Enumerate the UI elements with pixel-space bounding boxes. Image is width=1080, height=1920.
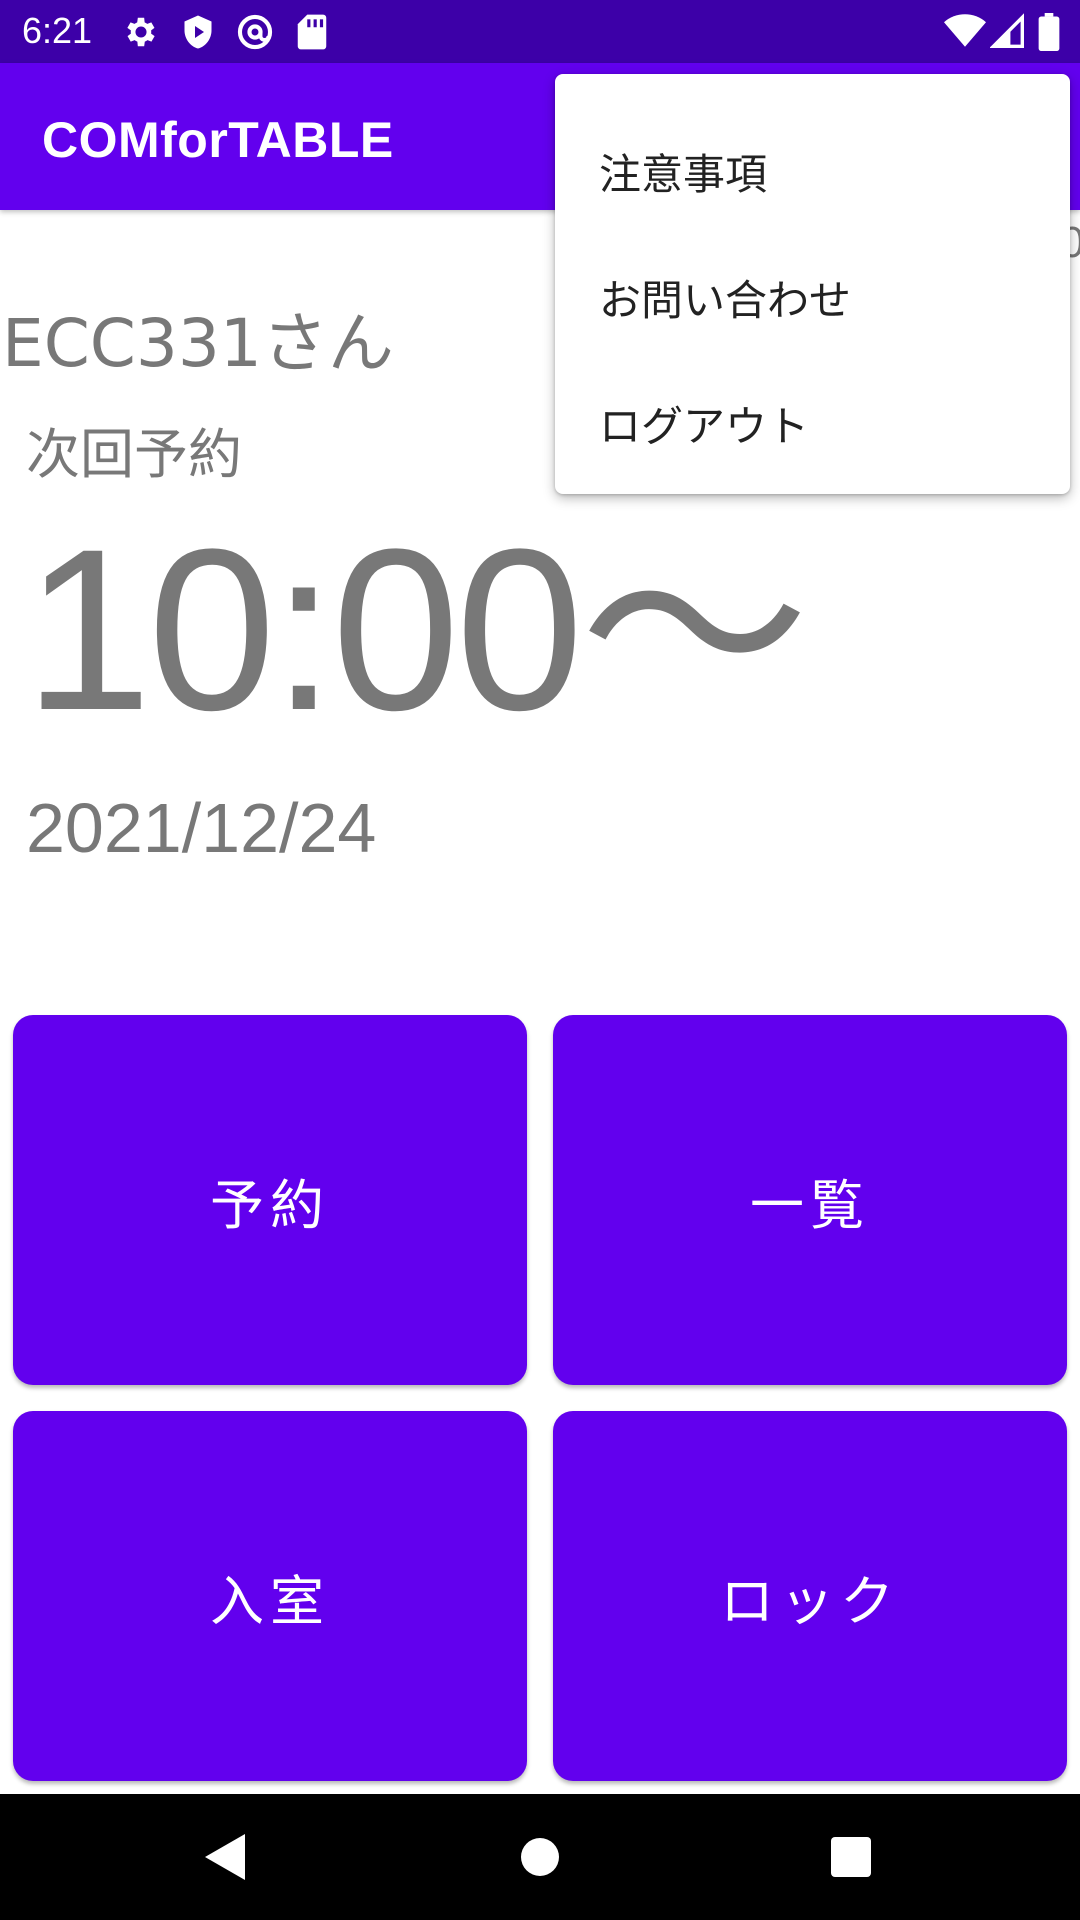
at-sign-icon <box>237 14 273 50</box>
menu-item-notes[interactable]: 注意事項 <box>555 108 1070 234</box>
lock-button[interactable]: ロック <box>553 1411 1067 1781</box>
battery-icon <box>1038 13 1060 51</box>
back-icon[interactable] <box>203 1832 247 1882</box>
sd-card-icon <box>297 14 327 50</box>
menu-item-contact[interactable]: お問い合わせ <box>555 234 1070 360</box>
next-reservation-time: 10:00〜 <box>24 501 810 758</box>
settings-icon <box>127 17 155 47</box>
next-reservation-label: 次回予約 <box>26 423 242 486</box>
play-shield-icon <box>184 15 212 49</box>
recents-icon[interactable] <box>829 1832 873 1882</box>
app-title: COMforTABLE <box>42 112 394 168</box>
list-button[interactable]: 一覧 <box>553 1015 1067 1385</box>
menu-item-logout[interactable]: ログアウト <box>555 360 1070 486</box>
user-name: ECC331さん <box>2 305 394 382</box>
home-icon[interactable] <box>520 1832 560 1882</box>
overflow-menu: 注意事項 お問い合わせ ログアウト <box>555 74 1070 494</box>
navigation-bar <box>0 1794 1080 1920</box>
status-time: 6:21 <box>22 10 93 51</box>
next-reservation-date: 2021/12/24 <box>26 789 377 867</box>
status-bar: 6:21 <box>0 0 1080 63</box>
wifi-icon <box>944 14 986 47</box>
reserve-button[interactable]: 予約 <box>13 1015 527 1385</box>
cell-signal-icon <box>990 13 1024 48</box>
enter-room-button[interactable]: 入室 <box>13 1411 527 1781</box>
